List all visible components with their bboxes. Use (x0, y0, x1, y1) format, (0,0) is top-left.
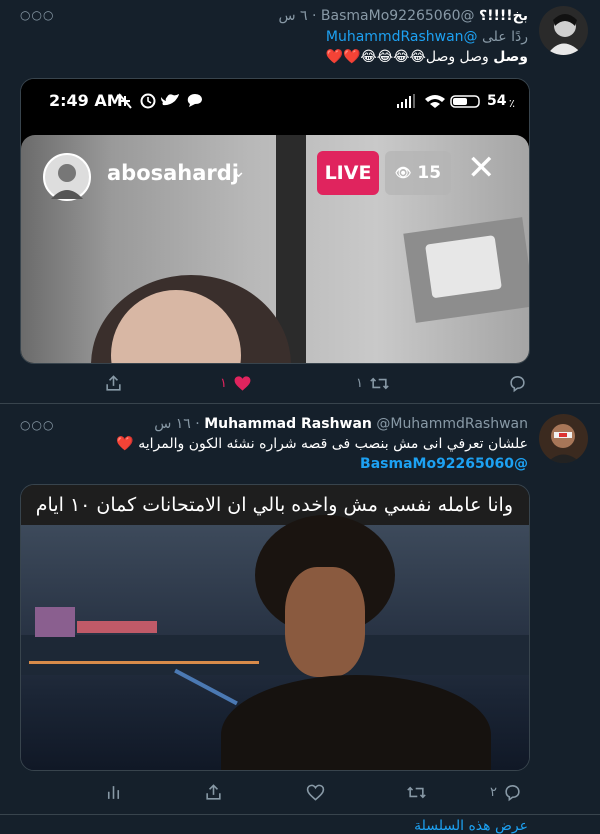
like-button[interactable]: ١ (220, 373, 252, 393)
tweet-2[interactable]: ○○○ Muhammad Rashwan @MuhammdRashwan · ١… (0, 404, 600, 815)
reply-button[interactable] (508, 373, 527, 393)
reply-icon (505, 784, 520, 801)
timestamp[interactable]: ١٦ س (154, 416, 191, 432)
share-icon (206, 783, 221, 800)
avatar[interactable] (539, 414, 588, 463)
chevron-down-icon: ⌄ (231, 161, 247, 182)
reply-count: ٢ (490, 784, 497, 800)
body-emoji: 😂😂😂😂❤️❤️ (325, 49, 426, 65)
heart-icon (306, 784, 325, 801)
image-caption: وانا عامله نفسي مش واخده بالي ان الامتحا… (21, 485, 529, 525)
phone-clock: 2:49 AM (49, 91, 123, 110)
live-badge: LIVE (317, 151, 379, 195)
status-icons-left (118, 93, 202, 109)
viewer-count: 15 (417, 163, 442, 183)
more-options-icon[interactable]: ○○○ (20, 418, 54, 432)
more-options-icon[interactable]: ○○○ (20, 8, 54, 22)
media-image[interactable]: وانا عامله نفسي مش واخده بالي ان الامتحا… (20, 484, 530, 771)
analytics-button[interactable] (104, 782, 123, 802)
like-button[interactable] (306, 782, 325, 802)
like-count: ١ (220, 375, 227, 391)
display-name[interactable]: بخ!!!!؟ (479, 8, 528, 24)
heart-emoji: ❤️ (116, 436, 134, 452)
tweet-header: بخ!!!!؟ @BasmaMo92265060 · ٦ س (278, 8, 528, 24)
tweet-header: Muhammad Rashwan @MuhammdRashwan · ١٦ س (154, 416, 528, 432)
reply-prefix: ردًا على (482, 29, 528, 45)
timestamp[interactable]: ٦ س (278, 8, 307, 24)
streamer-username: abosahardj (107, 161, 240, 185)
share-icon (106, 374, 121, 391)
mention-link[interactable]: @BasmaMo92265060 (360, 456, 528, 472)
share-button[interactable] (204, 782, 223, 802)
handle[interactable]: @BasmaMo92265060 (321, 8, 475, 24)
live-video-frame: abosahardj ⌄ LIVE 👁 15 ✕ (21, 135, 529, 363)
city-night-photo (21, 515, 529, 770)
tweet-text: وصل وصل وصل😂😂😂😂❤️❤️ (326, 49, 528, 65)
reply-context: ردًا على @MuhammdRashwan (326, 29, 528, 45)
media-image[interactable]: 2:49 AM 54 ٪ abosahardj ⌄ LIVE 👁 15 ✕ (20, 78, 530, 364)
share-button[interactable] (104, 373, 123, 393)
status-icons-right (397, 94, 480, 108)
viewer-count-badge: 👁 15 (385, 151, 451, 195)
retweet-icon (370, 377, 389, 389)
analytics-icon (107, 785, 120, 799)
reply-to-mention[interactable]: @MuhammdRashwan (326, 29, 478, 45)
reply-button[interactable]: ٢ (490, 782, 522, 802)
battery-percent: 54 (487, 93, 507, 109)
streamer-avatar (43, 153, 91, 201)
avatar[interactable] (539, 6, 588, 55)
eye-icon: 👁 (394, 165, 412, 181)
display-name[interactable]: Muhammad Rashwan (204, 416, 372, 432)
handle[interactable]: @MuhammdRashwan (376, 416, 528, 432)
tweet-actions: ٢ (100, 782, 530, 802)
body-line-1: علشان تعرفي انى مش بنصب فى قصه شراره نشئ… (138, 436, 528, 452)
retweet-icon (407, 786, 426, 798)
reply-icon (510, 375, 525, 392)
body-text: وصل وصل (425, 49, 489, 65)
tweet-mention-line: @BasmaMo92265060 (360, 456, 528, 472)
tweet-actions: ١ ١ (100, 373, 530, 393)
body-bold: وصل (493, 49, 528, 65)
retweet-count: ١ (356, 375, 363, 391)
tweet-text: علشان تعرفي انى مش بنصب فى قصه شراره نشئ… (116, 436, 528, 452)
retweet-button[interactable]: ١ (356, 373, 390, 393)
close-icon: ✕ (467, 148, 496, 188)
tweet-1[interactable]: ○○○ بخ!!!!؟ @BasmaMo92265060 · ٦ س ردًا … (0, 0, 600, 404)
show-thread-link[interactable]: عرض هذه السلسلة (414, 818, 528, 834)
battery-unit: ٪ (509, 97, 515, 110)
person-silhouette (221, 515, 501, 770)
phone-status-bar: 2:49 AM 54 ٪ (21, 79, 529, 123)
heart-filled-icon (234, 375, 251, 391)
retweet-button[interactable] (406, 782, 427, 802)
